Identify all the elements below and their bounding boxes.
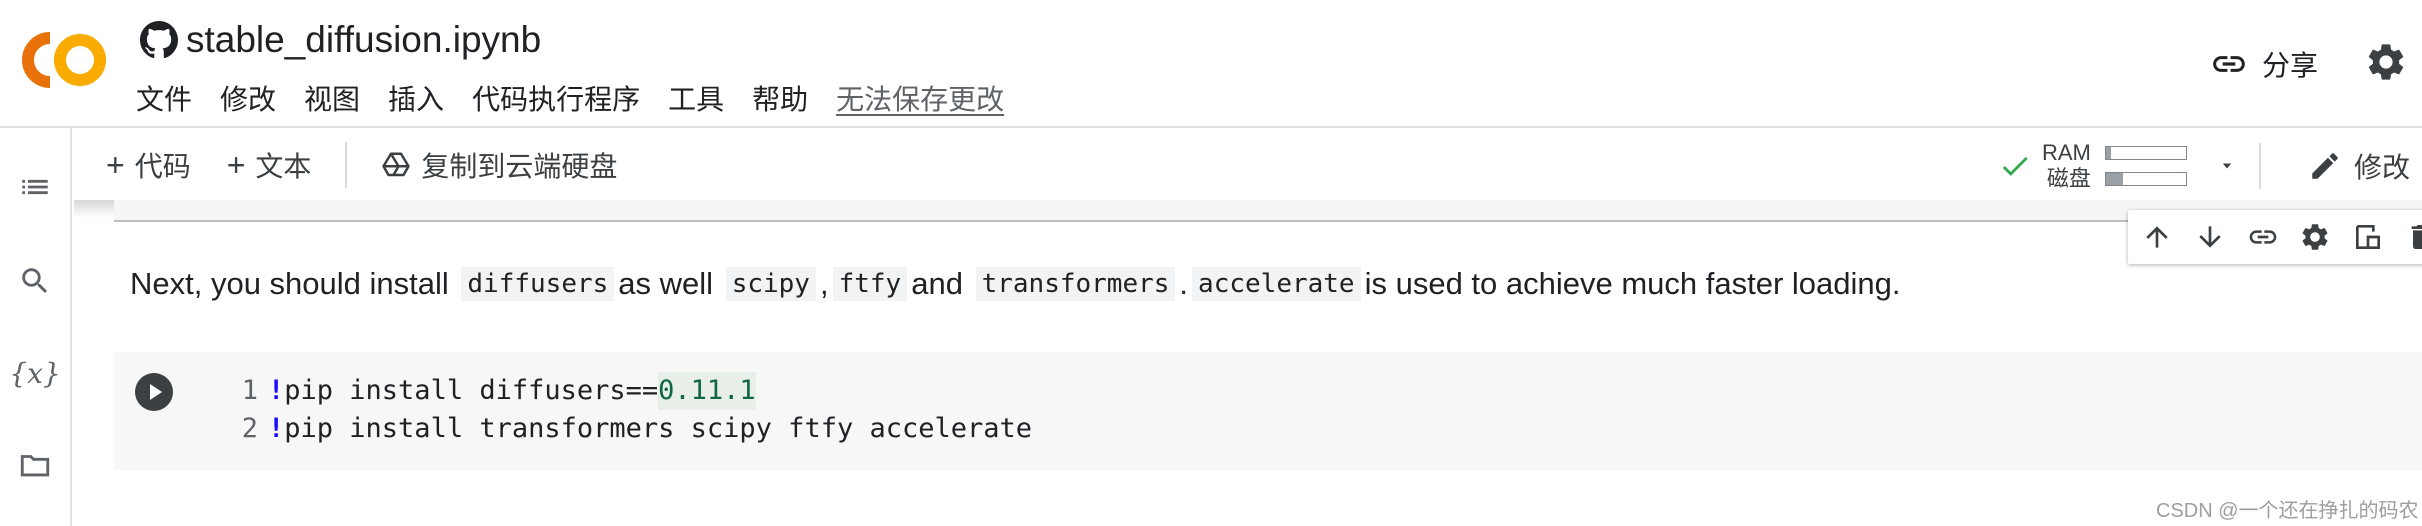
ram-bar-fill (2105, 147, 2111, 159)
connected-check-icon (2002, 156, 2028, 176)
menu-bar: 文件 修改 视图 插入 代码执行程序 工具 帮助 无法保存更改 (136, 76, 1018, 120)
resource-bars (2104, 146, 2187, 186)
add-text-button[interactable]: + 文本 (227, 145, 312, 185)
link-icon (2213, 56, 2245, 72)
disk-label: 磁盘 (2046, 166, 2091, 191)
code-cell[interactable]: 1! pip install diffusers== 0.11.1 2! pip in… (114, 352, 2422, 470)
ram-bar (2104, 146, 2187, 160)
previous-cell-edge (114, 200, 2422, 222)
watermark: CSDN @一个还在挣扎的码农 (2156, 500, 2419, 522)
copy-to-drive-button[interactable]: 复制到云端硬盘 (381, 145, 617, 185)
resource-monitor[interactable]: RAM 磁盘 (1998, 138, 2261, 194)
delete-icon[interactable] (2403, 219, 2422, 255)
text-fragment: as well (618, 266, 714, 301)
menu-runtime[interactable]: 代码执行程序 (458, 78, 654, 118)
variables-icon[interactable]: {x} (9, 354, 60, 392)
text-fragment: . (1179, 266, 1189, 301)
share-button[interactable]: 分享 (2210, 40, 2318, 88)
markdown-cell[interactable]: Next, you should install diffusers as we… (130, 262, 1901, 306)
code-text: pip install transformers scipy ftfy acce… (284, 413, 1033, 444)
cell-settings-gear-icon[interactable] (2298, 219, 2333, 255)
add-code-button[interactable]: + 代码 (106, 145, 191, 185)
menu-help[interactable]: 帮助 (738, 78, 822, 118)
code-line: 1! pip install diffusers== 0.11.1 (222, 372, 1032, 410)
move-up-icon[interactable] (2140, 219, 2175, 255)
inline-code: ftfy (832, 267, 908, 301)
inline-code: scipy (725, 267, 816, 301)
search-icon[interactable] (16, 262, 54, 300)
line-number: 2 (241, 413, 258, 444)
menu-edit[interactable]: 修改 (206, 78, 290, 118)
text-fragment: , (819, 266, 829, 301)
settings-gear-icon[interactable] (2364, 40, 2408, 84)
plus-icon: + (226, 146, 246, 183)
menu-view[interactable]: 视图 (290, 78, 374, 118)
text-fragment: is used to achieve much faster loading. (1364, 266, 1901, 301)
text-fragment: Next, you should install (130, 266, 449, 301)
add-text-label: 文本 (255, 151, 312, 182)
save-notice-link[interactable]: 无法保存更改 (822, 78, 1018, 118)
code-text: pip install diffusers== (284, 375, 659, 406)
move-down-icon[interactable] (2193, 219, 2228, 255)
run-cell-play-icon[interactable] (134, 372, 174, 412)
plus-icon: + (106, 146, 125, 183)
ram-label: RAM (2042, 140, 2091, 165)
disk-bar-fill (2105, 173, 2124, 185)
mirror-cell-icon[interactable] (2351, 219, 2386, 255)
left-sidebar: {x} (0, 128, 72, 526)
shell-bang: ! (268, 375, 285, 406)
notebook-title[interactable]: stable_diffusion.ipynb (186, 19, 541, 61)
drive-icon (382, 152, 411, 177)
add-code-label: 代码 (134, 151, 191, 182)
copy-to-drive-label: 复制到云端硬盘 (421, 151, 618, 182)
github-icon[interactable] (140, 21, 178, 59)
menu-file[interactable]: 文件 (136, 78, 206, 118)
code-editor[interactable]: 1! pip install diffusers== 0.11.1 2! pip in… (222, 372, 1032, 448)
table-of-contents-icon[interactable] (16, 168, 54, 206)
menu-tools[interactable]: 工具 (654, 78, 738, 118)
disk-bar (2104, 172, 2187, 186)
edit-button[interactable]: 修改 (2308, 144, 2410, 188)
shell-bang: ! (268, 413, 285, 444)
inline-code: accelerate (1192, 267, 1361, 301)
colab-logo[interactable] (20, 30, 108, 90)
toolbar-divider (345, 142, 348, 188)
code-line: 2! pip install transformers scipy ftfy ac… (222, 410, 1032, 448)
cell-link-icon[interactable] (2245, 219, 2280, 255)
cell-toolbar (2128, 210, 2422, 264)
share-label: 分享 (2262, 50, 2319, 81)
inline-code: transformers (975, 267, 1176, 301)
line-number: 1 (241, 375, 258, 406)
text-fragment: and (911, 266, 963, 301)
folder-icon[interactable] (16, 446, 54, 484)
menu-insert[interactable]: 插入 (374, 78, 458, 118)
pencil-icon (2312, 153, 2338, 179)
title-row: stable_diffusion.ipynb (140, 14, 541, 66)
caret-down-icon[interactable] (2217, 156, 2237, 176)
edit-label: 修改 (2354, 152, 2411, 183)
inline-code: diffusers (461, 267, 615, 301)
version-number: 0.11.1 (658, 372, 756, 410)
app-header: stable_diffusion.ipynb 文件 修改 视图 插入 代码执行程… (0, 0, 2422, 128)
toolbar-divider (2258, 143, 2261, 189)
resource-labels: RAM 磁盘 (2042, 140, 2091, 192)
